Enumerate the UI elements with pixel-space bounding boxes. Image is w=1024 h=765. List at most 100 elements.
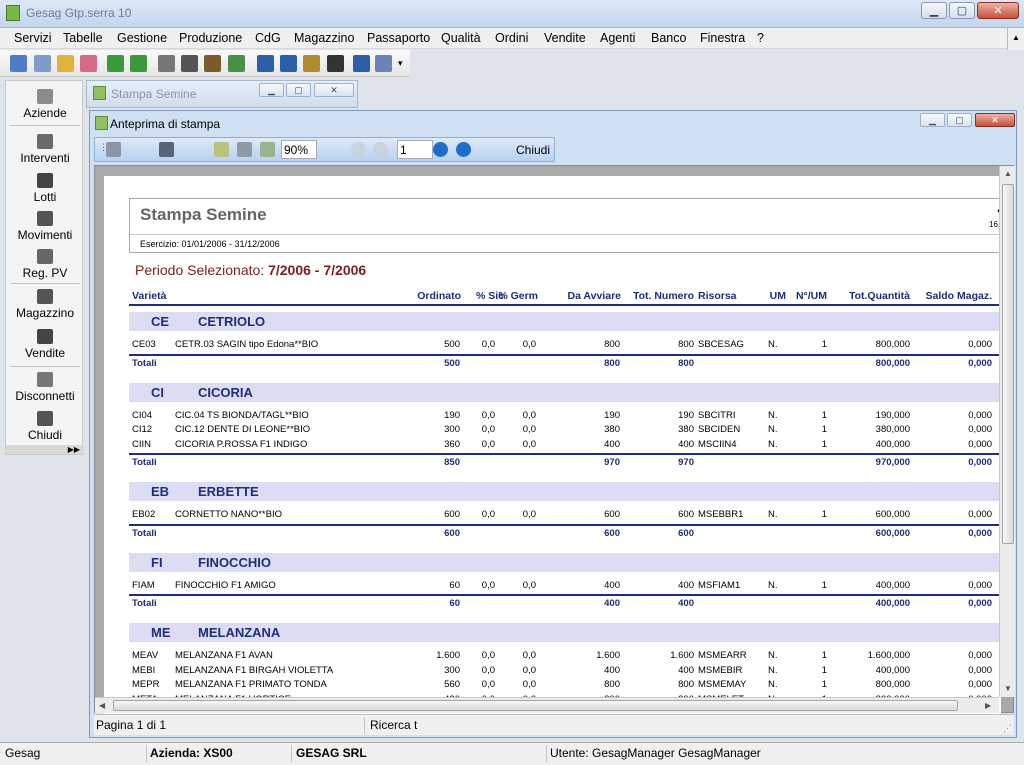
table-cell: 0,0 (522, 650, 536, 661)
table-cell: 1 (821, 409, 827, 421)
sidebar-item[interactable]: Disconnetti (6, 372, 84, 403)
first-page-icon[interactable] (351, 142, 366, 157)
close-button[interactable]: ✕ (314, 83, 354, 97)
maximize-button[interactable]: ▢ (949, 2, 975, 19)
table-cell: 300 (444, 424, 460, 435)
zoom-field[interactable]: 90% (281, 140, 317, 159)
sidebar-item[interactable]: Vendite (6, 329, 84, 360)
close-button[interactable]: ✕ (975, 113, 1015, 127)
scroll-left-icon[interactable]: ◀ (99, 701, 105, 710)
divider (10, 366, 80, 367)
binoculars-icon[interactable] (159, 142, 174, 157)
back-icon[interactable] (107, 55, 124, 72)
page-input[interactable]: 1 (397, 140, 433, 159)
toolbar-overflow-icon[interactable]: ▾ (398, 58, 403, 69)
refresh-icon[interactable] (228, 55, 245, 72)
menu-item[interactable]: Banco (651, 31, 686, 45)
app-icon (6, 5, 20, 21)
totals-cell: 500 (444, 357, 460, 369)
menu-item[interactable]: Tabelle (63, 31, 103, 45)
printer-icon[interactable] (181, 55, 198, 72)
page-width-icon[interactable] (260, 142, 275, 157)
print-icon[interactable] (106, 142, 121, 157)
category-name: MELANZANA (198, 625, 281, 640)
tag-icon[interactable] (80, 55, 97, 72)
close-button[interactable]: ✕ (977, 2, 1019, 19)
resize-grip-icon[interactable]: ⋰ (1003, 723, 1012, 734)
folder-icon[interactable] (57, 55, 74, 72)
next-page-icon[interactable] (433, 142, 448, 157)
table-cell: 400 (678, 438, 694, 450)
menu-item[interactable]: Qualità (441, 31, 481, 45)
prev-page-icon[interactable] (373, 142, 388, 157)
table-cell: 800 (678, 339, 694, 350)
menu-item[interactable]: Gestione (117, 31, 167, 45)
users-icon[interactable] (375, 55, 392, 72)
forward-icon[interactable] (130, 55, 147, 72)
sidebar-item[interactable]: Lotti (6, 173, 84, 204)
totals-cell: 0,000 (968, 357, 992, 369)
table-cell: N. (768, 339, 778, 350)
table-cell: MSMEMAY (698, 679, 747, 690)
menu-item[interactable]: Agenti (600, 31, 635, 45)
minimize-button[interactable]: ▁ (920, 113, 945, 127)
menu-item[interactable]: CdG (255, 31, 281, 45)
scroll-down-icon[interactable]: ▼ (1004, 684, 1012, 693)
table-cell: N. (768, 424, 778, 435)
table-row: MEAV MELANZANA F1 AVAN 1.600 0,0 0,0 1.600 1.6… (129, 650, 1001, 664)
maximize-button[interactable]: ▢ (286, 83, 311, 97)
table-cell: 800 (678, 679, 694, 690)
horizontal-scroll-thumb[interactable] (113, 700, 958, 711)
window-icon[interactable] (34, 55, 51, 72)
sidebar-item-label: Chiudi (27, 428, 63, 442)
sidebar-item[interactable]: Interventi (6, 134, 84, 165)
minimize-button[interactable]: ▁ (921, 2, 947, 19)
totals-cell: 0,000 (968, 457, 992, 468)
last-page-icon[interactable] (456, 142, 471, 157)
menu-scroll-edge[interactable]: ▲ (1007, 28, 1024, 50)
sidebar-expand-icon[interactable]: ▶▶ (6, 445, 84, 454)
stamp-icon[interactable] (204, 55, 221, 72)
menu-item[interactable]: ? (757, 31, 764, 45)
sidebar-item[interactable]: Magazzino (6, 289, 84, 320)
menu-item[interactable]: Vendite (544, 31, 586, 45)
menu-item[interactable]: Passaporto (367, 31, 430, 45)
stampa-semine-window[interactable]: Stampa Semine ▁ ▢ ✕ (86, 80, 358, 108)
sidebar-item[interactable]: Reg. PV (6, 249, 84, 280)
grid-icon[interactable] (303, 55, 320, 72)
table-cell: CI04 (132, 409, 153, 421)
sidebar-item[interactable]: Aziende (6, 89, 84, 120)
scroll-right-icon[interactable]: ▶ (985, 701, 991, 710)
multi-page-icon[interactable] (237, 142, 252, 157)
status-utente: Utente: GesagManager GesagManager (550, 746, 761, 760)
menu-item[interactable]: Magazzino (294, 31, 354, 45)
export-icon[interactable] (327, 55, 344, 72)
horizontal-scrollbar[interactable]: ◀ ▶ (95, 697, 999, 713)
scroll-up-icon[interactable]: ▲ (1004, 169, 1012, 178)
table-cell: 0,0 (481, 409, 495, 421)
menu-item[interactable]: Finestra (700, 31, 745, 45)
table-cell: 400 (604, 438, 620, 450)
hand-icon (37, 134, 53, 149)
sidebar-item[interactable]: Movimenti (6, 211, 84, 242)
sidebar-item-label: Reg. PV (22, 266, 68, 280)
table-cell: CE03 (132, 339, 156, 350)
vertical-scrollbar[interactable]: ▲ ▼ (999, 166, 1015, 697)
sidebar-item[interactable]: Chiudi (6, 411, 84, 442)
menu-item[interactable]: Servizi (14, 31, 52, 45)
home-icon[interactable] (10, 55, 27, 72)
calendar2-icon[interactable] (280, 55, 297, 72)
menu-item[interactable]: Ordini (495, 31, 528, 45)
single-page-icon[interactable] (214, 142, 229, 157)
maximize-button[interactable]: ▢ (947, 113, 972, 127)
table-cell: 0,0 (522, 438, 536, 450)
menu-item[interactable]: Produzione (179, 31, 242, 45)
calendar-icon[interactable] (257, 55, 274, 72)
table-row: MEPR MELANZANA F1 PRIMATO TONDA 560 0,0 0,0 8… (129, 679, 1001, 693)
cut-icon[interactable] (158, 55, 175, 72)
info-icon[interactable] (353, 55, 370, 72)
vertical-scroll-thumb[interactable] (1002, 184, 1014, 544)
table-cell: 1 (821, 679, 827, 690)
minimize-button[interactable]: ▁ (259, 83, 284, 97)
close-preview-button[interactable]: Chiudi (516, 143, 550, 157)
